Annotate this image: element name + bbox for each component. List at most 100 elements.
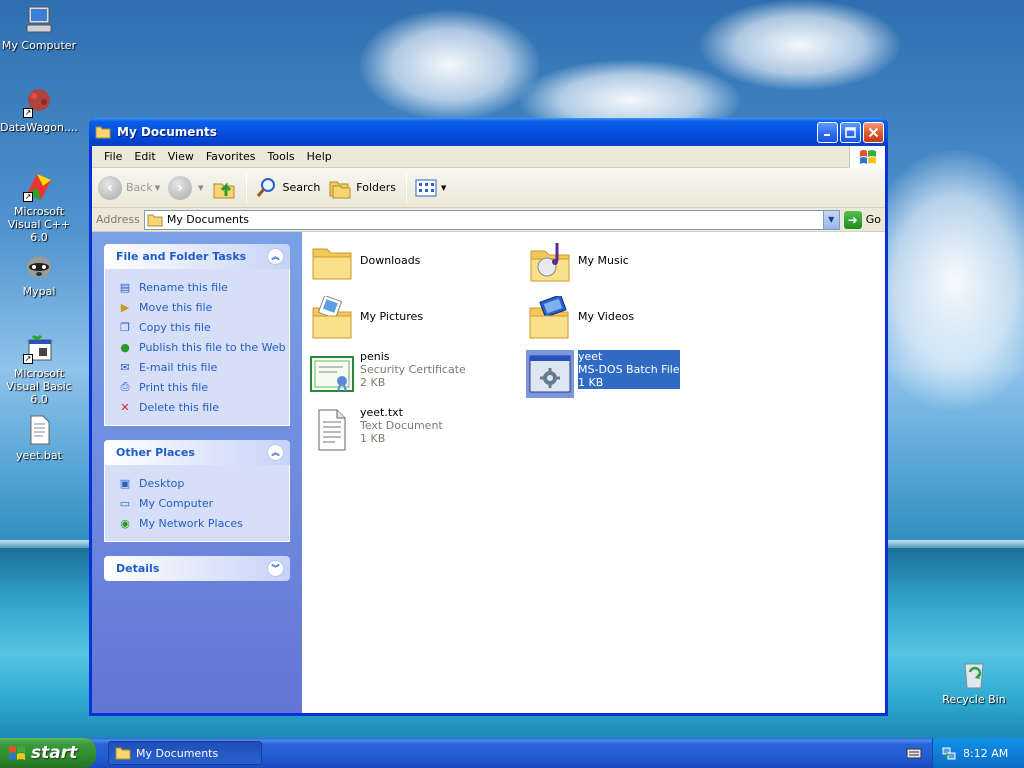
file-name: yeet.txt bbox=[360, 406, 403, 419]
taskbar-item-my-documents[interactable]: My Documents bbox=[108, 741, 262, 765]
taskbar-item-label: My Documents bbox=[136, 746, 219, 760]
file-item-yeet-txt[interactable]: yeet.txt Text Document 1 KB bbox=[308, 406, 518, 454]
mypal-icon bbox=[23, 250, 55, 282]
task-label: Delete this file bbox=[139, 400, 219, 414]
place-network[interactable]: ◉ My Network Places bbox=[117, 513, 289, 533]
other-places-header[interactable]: Other Places ︽ bbox=[104, 440, 290, 465]
task-label: Print this file bbox=[139, 380, 209, 394]
menu-edit[interactable]: Edit bbox=[128, 150, 161, 163]
folder-icon bbox=[95, 126, 111, 139]
task-label: Rename this file bbox=[139, 280, 228, 294]
task-copy[interactable]: ❐ Copy this file bbox=[117, 317, 289, 337]
pictures-folder-icon bbox=[308, 294, 356, 342]
toolbar-separator bbox=[406, 172, 408, 203]
windows-logo-icon bbox=[849, 145, 885, 168]
desktop-icon-recycle-bin[interactable]: Recycle Bin bbox=[935, 658, 1013, 706]
views-icon bbox=[415, 179, 437, 196]
task-email[interactable]: ✉ E-mail this file bbox=[117, 357, 289, 377]
menu-tools[interactable]: Tools bbox=[262, 150, 301, 163]
file-type: MS-DOS Batch File bbox=[578, 363, 680, 376]
file-name: Downloads bbox=[360, 254, 421, 267]
file-name: penis bbox=[360, 350, 390, 363]
forward-button[interactable]: › ▼ bbox=[168, 175, 204, 200]
task-delete[interactable]: ✕ Delete this file bbox=[117, 397, 289, 417]
task-move[interactable]: ▶ Move this file bbox=[117, 297, 289, 317]
move-icon: ▶ bbox=[120, 300, 130, 314]
rename-icon: ▤ bbox=[119, 280, 131, 294]
panel-body: ▤ Rename this file ▶ Move this file ❐ Copy … bbox=[104, 269, 290, 426]
file-item-my-pictures[interactable]: My Pictures bbox=[308, 294, 518, 342]
close-button[interactable] bbox=[863, 121, 884, 143]
task-rename[interactable]: ▤ Rename this file bbox=[117, 277, 289, 297]
file-name: My Videos bbox=[578, 310, 635, 323]
address-dropdown-button[interactable]: ▼ bbox=[822, 210, 839, 229]
menu-view[interactable]: View bbox=[162, 150, 200, 163]
network-tray-icon[interactable] bbox=[941, 745, 957, 761]
file-item-my-videos[interactable]: My Videos bbox=[526, 294, 736, 342]
search-label: Search bbox=[282, 181, 321, 194]
collapse-icon[interactable]: ︽ bbox=[267, 248, 284, 265]
desktop-icon-label: My Computer bbox=[1, 39, 77, 52]
menu-file[interactable]: File bbox=[98, 150, 128, 163]
file-item-downloads[interactable]: Downloads bbox=[308, 238, 518, 286]
minimize-button[interactable] bbox=[817, 121, 838, 143]
address-bar: Address My Documents ▼ ➜ Go bbox=[92, 208, 885, 232]
file-folder-tasks-header[interactable]: File and Folder Tasks ︽ bbox=[104, 244, 290, 269]
go-button[interactable]: ➜ Go bbox=[843, 210, 881, 229]
system-tray: 8:12 AM bbox=[932, 738, 1024, 768]
back-button[interactable]: ‹ Back ▼ bbox=[98, 175, 160, 200]
cloud bbox=[360, 10, 540, 120]
computer-icon: ▭ bbox=[119, 496, 131, 510]
visual-basic-icon: ↗ bbox=[23, 332, 55, 364]
desktop-icon-datawagon[interactable]: ↗ DataWagon.... bbox=[0, 86, 78, 134]
address-label: Address bbox=[96, 213, 140, 226]
up-folder-button[interactable] bbox=[212, 176, 236, 200]
batch-file-icon bbox=[526, 350, 574, 398]
task-label: E-mail this file bbox=[139, 360, 218, 374]
collapse-icon[interactable]: ︽ bbox=[267, 444, 284, 461]
start-button[interactable]: start bbox=[0, 738, 96, 768]
desktop-icon-visual-cpp[interactable]: ↗ Microsoft Visual C++ 6.0 bbox=[0, 170, 78, 244]
views-button[interactable]: ▼ bbox=[415, 178, 446, 198]
cloud bbox=[700, 0, 900, 90]
place-my-computer[interactable]: ▭ My Computer bbox=[117, 493, 289, 513]
search-button[interactable]: Search bbox=[255, 176, 321, 200]
globe-icon: ● bbox=[120, 340, 130, 354]
explorer-window[interactable]: My Documents File Edit View Favorites To… bbox=[89, 118, 888, 716]
place-desktop[interactable]: ▣ Desktop bbox=[117, 473, 289, 493]
maximize-button[interactable] bbox=[840, 121, 861, 143]
desktop-icon-yeet-bat[interactable]: yeet.bat bbox=[0, 414, 78, 462]
file-item-yeet-batch[interactable]: yeet MS-DOS Batch File 1 KB bbox=[526, 350, 736, 398]
go-arrow-icon: ➜ bbox=[843, 210, 862, 229]
maximize-icon bbox=[845, 126, 856, 138]
details-header[interactable]: Details ︾ bbox=[104, 556, 290, 581]
title-bar[interactable]: My Documents bbox=[89, 118, 888, 146]
desktop-icon-label: Recycle Bin bbox=[942, 693, 1006, 706]
clock[interactable]: 8:12 AM bbox=[963, 747, 1008, 760]
menu-favorites[interactable]: Favorites bbox=[200, 150, 262, 163]
task-label: Move this file bbox=[139, 300, 213, 314]
folders-label: Folders bbox=[356, 181, 397, 194]
file-item-certificate[interactable]: penis Security Certificate 2 KB bbox=[308, 350, 518, 398]
desktop-icon-visual-basic[interactable]: ↗ Microsoft Visual Basic 6.0 bbox=[0, 332, 78, 406]
folders-button[interactable]: Folders bbox=[328, 176, 396, 200]
file-name: My Pictures bbox=[360, 310, 424, 323]
keyboard-icon[interactable] bbox=[904, 746, 924, 760]
desktop-icon-mypal[interactable]: Mypal bbox=[0, 250, 78, 298]
taskbar: start My Documents 8:12 AM bbox=[0, 738, 1024, 768]
menu-help[interactable]: Help bbox=[301, 150, 338, 163]
expand-icon[interactable]: ︾ bbox=[267, 560, 284, 577]
task-publish[interactable]: ● Publish this file to the Web bbox=[117, 337, 289, 357]
toolbar: ‹ Back ▼ › ▼ Search Folders ▼ bbox=[92, 168, 885, 208]
address-value: My Documents bbox=[166, 213, 250, 226]
address-field[interactable]: My Documents ▼ bbox=[143, 209, 840, 230]
windows-logo-icon bbox=[9, 746, 25, 760]
file-item-my-music[interactable]: My Music bbox=[526, 238, 736, 286]
desktop-icon-label: yeet.bat bbox=[16, 449, 62, 462]
folders-icon bbox=[329, 181, 351, 198]
task-print[interactable]: ⎙ Print this file bbox=[117, 377, 289, 397]
desktop-icon-my-computer[interactable]: My Computer bbox=[0, 4, 78, 52]
back-arrow-icon: ‹ bbox=[98, 175, 122, 200]
file-type: Text Document bbox=[360, 419, 443, 432]
desktop-icon-label: Mypal bbox=[22, 285, 56, 298]
